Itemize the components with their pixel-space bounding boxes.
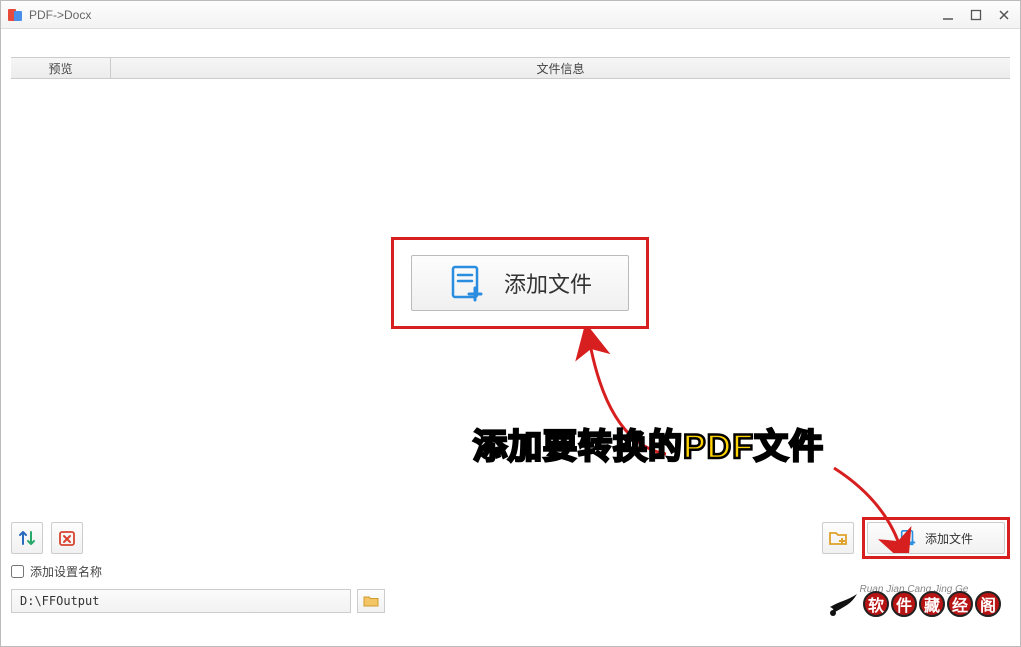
add-settings-name-checkbox[interactable] xyxy=(11,565,24,578)
add-file-small-label: 添加文件 xyxy=(925,530,973,547)
folder-icon xyxy=(363,594,379,608)
settings-name-checkbox-row: 添加设置名称 xyxy=(11,559,1010,583)
maximize-button[interactable] xyxy=(966,5,986,25)
toolbar-left xyxy=(11,522,83,554)
output-path-row xyxy=(11,583,1010,619)
window-controls xyxy=(938,5,1014,25)
tabbar: 预览 文件信息 xyxy=(11,57,1010,79)
delete-button[interactable] xyxy=(51,522,83,554)
tab-preview[interactable]: 预览 xyxy=(11,58,111,78)
toolbar-spacer xyxy=(1,29,1020,57)
annotation-highlight-main: 添加文件 xyxy=(391,237,649,329)
main-content-area: 添加文件 添加要转换的PDF文件 xyxy=(11,79,1010,517)
add-file-button-large[interactable]: 添加文件 xyxy=(411,255,629,311)
output-path-input[interactable] xyxy=(11,589,351,613)
app-window: PDF->Docx 预览 文件信息 xyxy=(0,0,1021,647)
add-settings-name-label: 添加设置名称 xyxy=(30,563,102,580)
sort-button[interactable] xyxy=(11,522,43,554)
app-icon xyxy=(7,7,23,23)
add-file-label: 添加文件 xyxy=(504,267,592,299)
sort-icon xyxy=(17,528,37,548)
tab-file-info-label: 文件信息 xyxy=(536,60,584,77)
add-file-icon xyxy=(448,264,486,302)
window-title: PDF->Docx xyxy=(29,8,938,22)
tab-preview-label: 预览 xyxy=(48,60,72,77)
titlebar: PDF->Docx xyxy=(1,1,1020,29)
browse-folder-button[interactable] xyxy=(357,589,385,613)
close-button[interactable] xyxy=(994,5,1014,25)
annotation-arrow-2 xyxy=(826,463,926,553)
minimize-button[interactable] xyxy=(938,5,958,25)
tab-file-info[interactable]: 文件信息 xyxy=(111,58,1010,78)
output-path-left xyxy=(11,589,385,613)
delete-icon xyxy=(57,528,77,548)
annotation-text: 添加要转换的PDF文件 xyxy=(473,419,824,468)
